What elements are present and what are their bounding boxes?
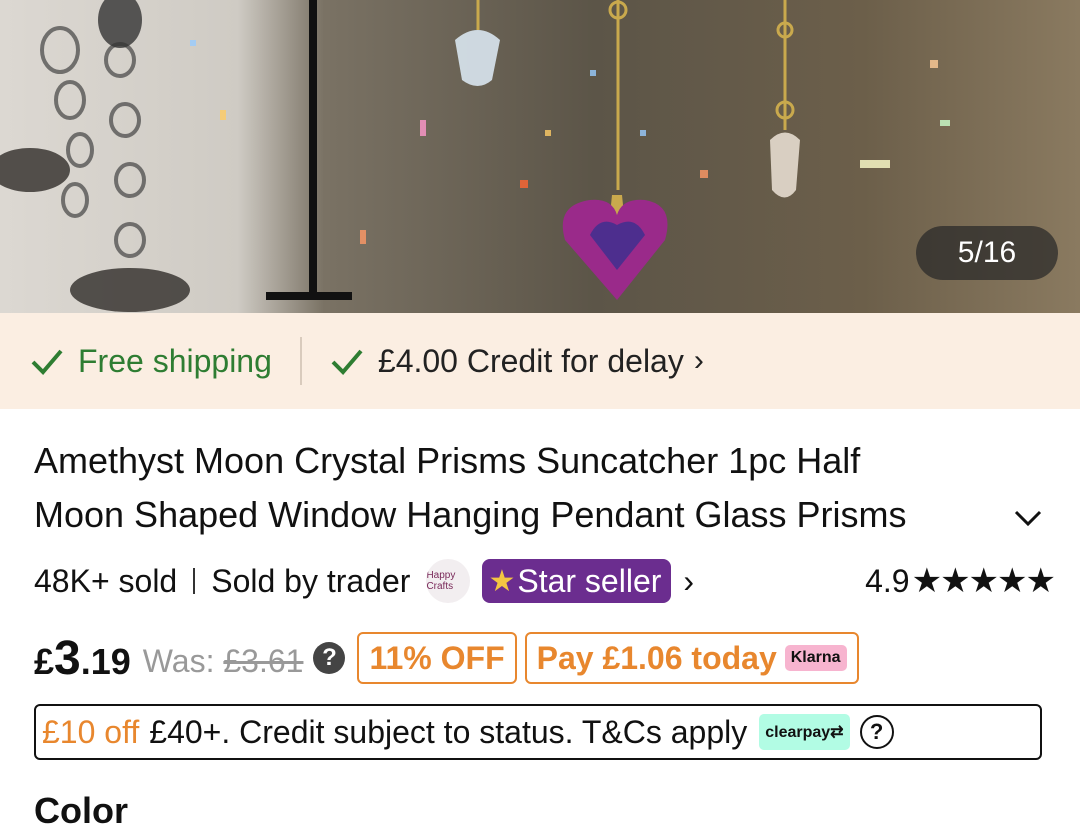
product-title-line1: Amethyst Moon Crystal Prisms Suncatcher … — [34, 440, 861, 481]
help-icon[interactable]: ? — [859, 715, 894, 749]
credit-for-delay-label: £4.00 Credit for delay — [377, 342, 684, 379]
color-heading: Color — [34, 790, 128, 831]
star-seller-label: Star seller — [517, 562, 662, 599]
price-row: £ 3 .19 Was: £3.61 ? 11% OFF Pay £1.06 t… — [34, 628, 859, 688]
divider — [193, 568, 196, 594]
clearpay-logo: clearpay⇄ — [759, 714, 850, 750]
price-decimal: .19 — [80, 641, 131, 682]
product-title-line2: Moon Shaped Window Hanging Pendant Glass… — [34, 494, 907, 535]
seller-row: 48K+ sold Sold by trader Happy Crafts ★ … — [34, 556, 1056, 606]
seller-avatar-text: Happy Crafts — [426, 570, 456, 592]
was-price: Was: £3.61 — [143, 643, 304, 680]
star-icon: ★ — [488, 564, 516, 598]
klarna-logo: Klarna — [784, 645, 847, 671]
product-image-gallery[interactable]: 5/16 — [0, 0, 1080, 313]
check-icon — [31, 349, 63, 375]
was-label: Was: — [142, 642, 215, 679]
sold-count: 48K+ sold — [34, 562, 178, 599]
divider — [299, 337, 302, 385]
chevron-down-icon[interactable] — [1010, 500, 1046, 536]
shipping-benefits-bar[interactable]: Free shipping £4.00 Credit for delay › — [0, 313, 1080, 409]
star-seller-badge[interactable]: ★ Star seller — [482, 559, 672, 603]
title-fade — [920, 488, 1000, 542]
rating-stars: ★★★★★ — [911, 562, 1056, 600]
free-shipping: Free shipping — [30, 343, 272, 380]
chevron-right-icon: › — [693, 344, 704, 377]
klarna-pay-today[interactable]: Pay £1.06 today Klarna — [524, 632, 859, 684]
sold-by-label[interactable]: Sold by trader — [211, 563, 410, 600]
klarna-text: Pay £1.06 today — [536, 639, 777, 676]
clearpay-offer-text: £40+. Credit subject to status. T&Cs app… — [149, 713, 748, 750]
image-counter: 5/16 — [916, 226, 1058, 280]
product-title[interactable]: Amethyst Moon Crystal Prisms Suncatcher … — [34, 434, 994, 542]
help-icon[interactable]: ? — [313, 642, 346, 674]
clearpay-offer-amount: £10 off — [42, 713, 140, 750]
was-value: £3.61 — [223, 642, 304, 679]
chevron-right-icon[interactable]: › — [683, 563, 694, 600]
rating-score: 4.9 — [865, 562, 910, 599]
price-integer: 3 — [54, 631, 81, 685]
clearpay-offer[interactable]: £10 off £40+. Credit subject to status. … — [34, 704, 1042, 760]
credit-for-delay-link[interactable]: £4.00 Credit for delay › — [330, 343, 704, 380]
free-shipping-label: Free shipping — [78, 342, 272, 379]
seller-avatar[interactable]: Happy Crafts — [426, 559, 471, 603]
rating[interactable]: 4.9 ★★★★★ — [865, 561, 1056, 601]
product-photo — [0, 0, 950, 312]
check-icon — [331, 349, 363, 375]
price-currency: £ — [34, 641, 55, 682]
discount-badge: 11% OFF — [357, 632, 517, 684]
